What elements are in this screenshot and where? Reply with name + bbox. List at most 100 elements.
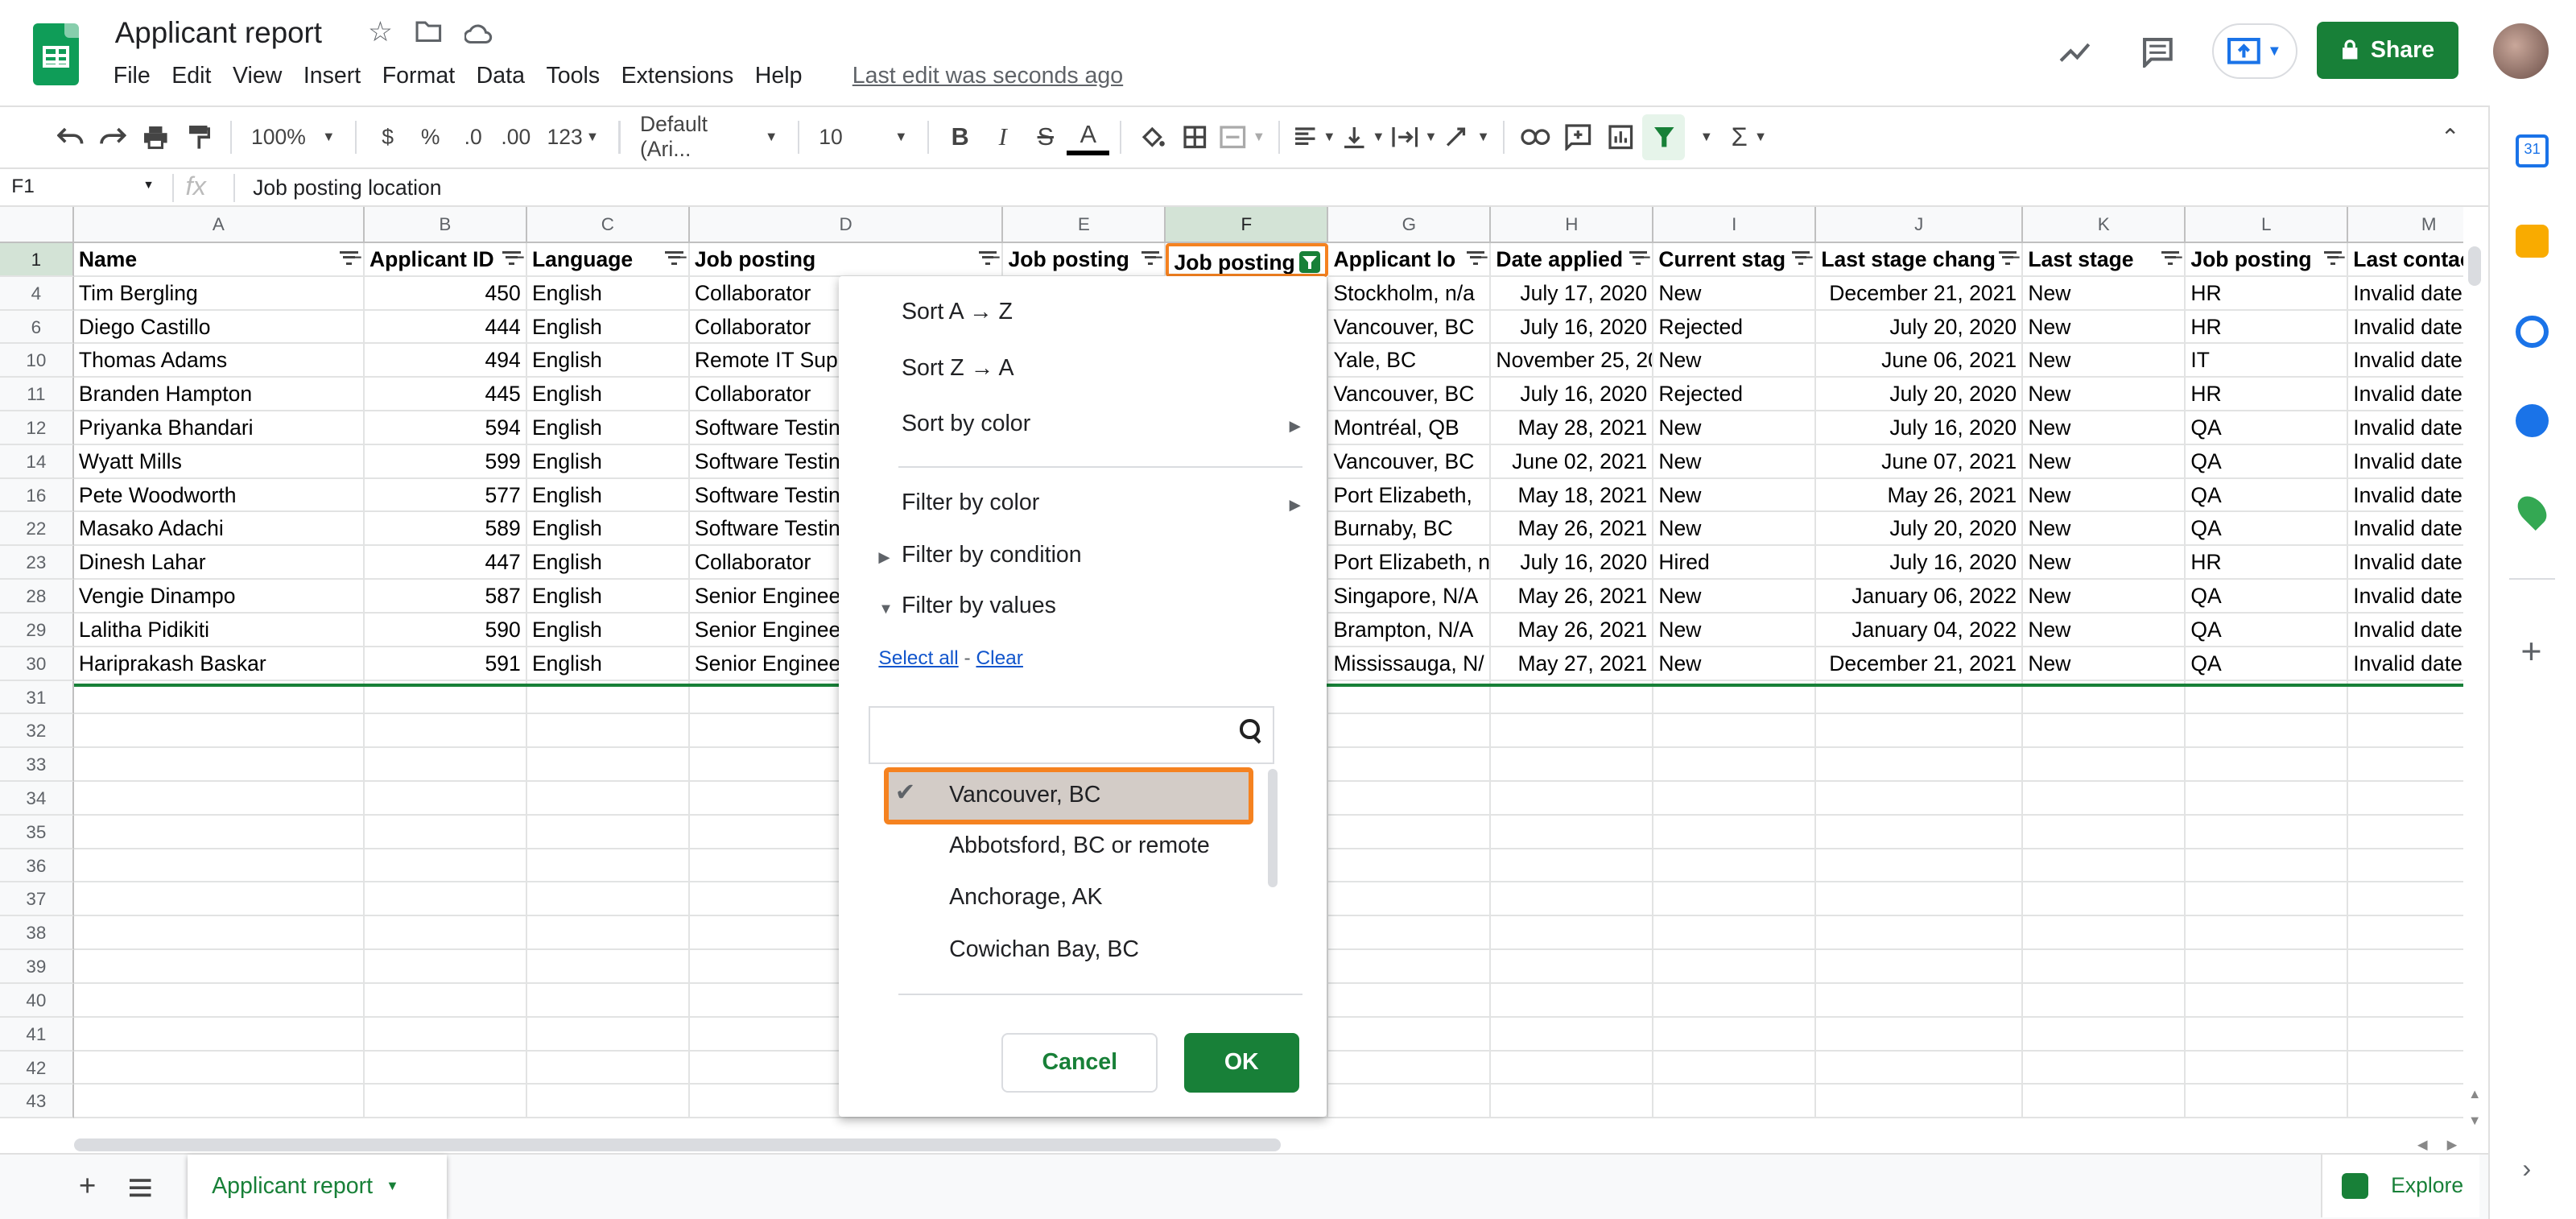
header-cell[interactable]: Language xyxy=(526,242,690,277)
table-cell[interactable] xyxy=(1328,983,1492,1018)
table-cell[interactable] xyxy=(1328,1051,1492,1085)
fill-color-icon[interactable] xyxy=(1131,114,1174,160)
table-cell[interactable]: Vancouver, BC xyxy=(1328,444,1492,479)
table-cell[interactable]: May 28, 2021 xyxy=(1491,411,1654,445)
table-cell[interactable] xyxy=(1491,916,1654,951)
table-cell[interactable]: Invalid date xyxy=(2348,277,2463,311)
table-cell[interactable]: June 06, 2021 xyxy=(1816,344,2024,378)
table-cell[interactable]: December 21, 2021 xyxy=(1816,647,2024,681)
table-cell[interactable]: English xyxy=(526,276,690,311)
table-cell[interactable]: Hariprakash Baskar xyxy=(73,647,365,681)
all-sheets-icon[interactable] xyxy=(130,1173,151,1204)
table-cell[interactable] xyxy=(364,1017,527,1052)
table-cell[interactable]: Vengie Dinampo xyxy=(73,580,365,614)
table-cell[interactable]: July 16, 2020 xyxy=(1491,378,1654,411)
row-header[interactable]: 1 xyxy=(0,242,74,277)
table-cell[interactable]: New xyxy=(1653,411,1817,445)
value-option[interactable]: Cowichan Bay, BC xyxy=(949,936,1139,963)
table-cell[interactable] xyxy=(526,748,690,783)
filter-icon[interactable] xyxy=(1629,250,1648,267)
expand-panel-icon[interactable]: › xyxy=(2522,1153,2531,1184)
header-cell[interactable]: Job posting xyxy=(2186,242,2349,277)
table-cell[interactable]: July 17, 2020 xyxy=(1491,276,1654,311)
merge-cells-icon[interactable]: ▼ xyxy=(1216,114,1269,160)
table-cell[interactable] xyxy=(526,916,690,951)
table-cell[interactable] xyxy=(2348,782,2463,816)
header-cell[interactable]: Last contac xyxy=(2348,242,2463,277)
header-cell[interactable]: Date applied xyxy=(1491,242,1654,277)
table-cell[interactable]: IT xyxy=(2186,344,2349,378)
table-cell[interactable]: Invalid date xyxy=(2348,445,2463,479)
column-header-a[interactable]: A xyxy=(73,207,365,243)
table-cell[interactable]: Invalid date xyxy=(2348,344,2463,378)
table-cell[interactable]: Brampton, N/A xyxy=(1328,613,1492,647)
table-cell[interactable] xyxy=(2186,950,2349,984)
table-cell[interactable] xyxy=(364,1085,527,1119)
table-cell[interactable]: 577 xyxy=(364,478,527,513)
vertical-align-icon[interactable]: ▼ xyxy=(1339,114,1388,160)
table-cell[interactable] xyxy=(1816,1085,2024,1119)
table-cell[interactable] xyxy=(364,983,527,1018)
table-cell[interactable] xyxy=(73,882,365,917)
header-cell[interactable]: Job posting xyxy=(689,242,1004,277)
table-cell[interactable]: July 16, 2020 xyxy=(1816,411,2024,445)
table-cell[interactable]: 587 xyxy=(364,580,527,614)
table-cell[interactable]: English xyxy=(526,546,690,581)
table-cell[interactable] xyxy=(526,1051,690,1085)
collapse-toolbar-icon[interactable]: ⌃ xyxy=(2429,114,2471,160)
table-cell[interactable] xyxy=(526,983,690,1018)
filter-active-icon[interactable] xyxy=(1298,251,1321,273)
table-cell[interactable] xyxy=(1653,1051,1817,1085)
table-cell[interactable]: Stockholm, n/a xyxy=(1328,276,1492,311)
table-cell[interactable]: Singapore, N/A xyxy=(1328,580,1492,614)
table-cell[interactable] xyxy=(526,950,690,984)
table-cell[interactable]: New xyxy=(1653,444,1817,479)
present-button[interactable]: ▼ xyxy=(2211,23,2297,79)
column-header-m[interactable]: M xyxy=(2348,207,2463,243)
table-cell[interactable]: English xyxy=(526,411,690,445)
font-select[interactable]: Default (Ari... ▼ xyxy=(630,112,788,161)
table-cell[interactable]: English xyxy=(526,647,690,681)
row-header[interactable]: 30 xyxy=(0,647,74,681)
table-cell[interactable] xyxy=(1491,983,1654,1018)
values-search-input[interactable] xyxy=(869,706,1275,764)
table-cell[interactable]: New xyxy=(1653,613,1817,647)
table-cell[interactable] xyxy=(1328,950,1492,984)
table-cell[interactable] xyxy=(2348,1085,2463,1119)
table-cell[interactable] xyxy=(73,815,365,849)
table-cell[interactable]: May 27, 2021 xyxy=(1491,647,1654,681)
table-cell[interactable]: HR xyxy=(2186,378,2349,411)
table-cell[interactable] xyxy=(73,849,365,883)
row-header[interactable]: 40 xyxy=(0,983,74,1018)
value-option[interactable]: Vancouver, BC xyxy=(949,782,1100,808)
header-cell[interactable]: Applicant ID xyxy=(364,242,527,277)
table-cell[interactable] xyxy=(2186,815,2349,849)
menu-view[interactable]: View xyxy=(233,63,294,89)
table-cell[interactable] xyxy=(1328,782,1492,816)
table-cell[interactable] xyxy=(364,882,527,917)
table-cell[interactable] xyxy=(2348,714,2463,749)
filter-icon[interactable] xyxy=(1141,250,1160,267)
row-header[interactable]: 31 xyxy=(0,680,74,715)
table-cell[interactable] xyxy=(2348,1052,2463,1085)
column-header-g[interactable]: G xyxy=(1328,207,1492,243)
row-header[interactable]: 11 xyxy=(0,378,74,411)
column-header-h[interactable]: H xyxy=(1491,207,1654,243)
star-icon[interactable]: ☆ xyxy=(368,16,393,48)
table-cell[interactable] xyxy=(2186,983,2349,1018)
table-cell[interactable] xyxy=(1816,782,2024,816)
contacts-icon[interactable] xyxy=(2516,403,2549,437)
column-header-d[interactable]: D xyxy=(689,207,1004,243)
table-cell[interactable] xyxy=(2186,1085,2349,1119)
table-cell[interactable]: English xyxy=(526,613,690,647)
table-cell[interactable]: New xyxy=(2023,580,2186,614)
redo-icon[interactable] xyxy=(92,114,134,160)
table-cell[interactable]: HR xyxy=(2186,310,2349,345)
table-cell[interactable] xyxy=(2348,849,2463,883)
row-header[interactable]: 12 xyxy=(0,411,74,445)
table-cell[interactable]: Hired xyxy=(1653,546,1817,581)
table-cell[interactable] xyxy=(364,714,527,749)
filter-by-condition-option[interactable]: Filter by condition xyxy=(902,542,1082,568)
table-cell[interactable] xyxy=(1328,714,1492,749)
menu-extensions[interactable]: Extensions xyxy=(621,63,745,89)
